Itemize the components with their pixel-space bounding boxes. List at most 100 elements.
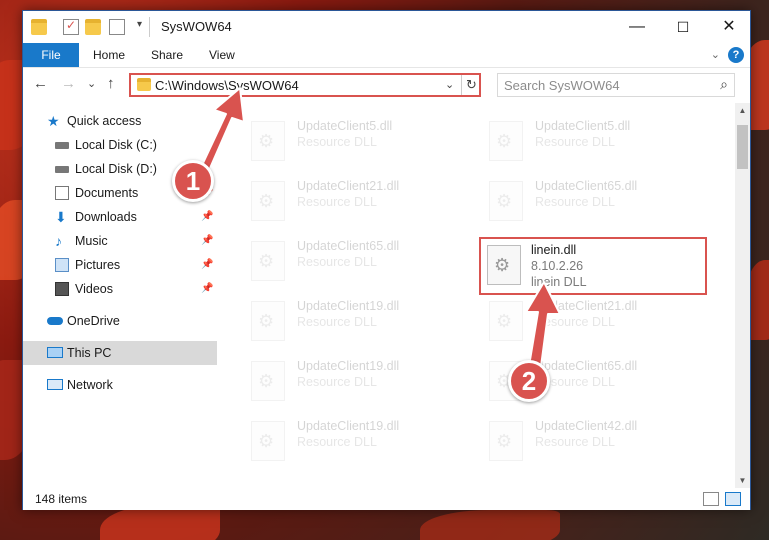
file-name: UpdateClient5.dll — [297, 119, 393, 133]
ribbon-tabs: File Home Share View ⌄ ? — [23, 43, 750, 67]
expand-ribbon-icon[interactable]: ⌄ — [711, 48, 720, 61]
list-item[interactable]: UpdateClient5.dll Resource DLL — [239, 113, 459, 165]
scrollbar-thumb[interactable] — [737, 125, 748, 169]
sidebar-item-videos[interactable]: Videos 📌 — [23, 277, 217, 301]
dll-file-icon — [489, 121, 523, 161]
file-name: UpdateClient65.dll — [535, 359, 638, 373]
sidebar-item-label: Pictures — [75, 258, 121, 272]
list-item[interactable]: UpdateClient5.dll Resource DLL — [477, 113, 697, 165]
pin-icon[interactable]: 📌 — [201, 205, 213, 229]
vertical-scrollbar[interactable]: ▲ ▼ — [735, 103, 750, 488]
forward-button[interactable]: → — [61, 75, 76, 92]
tab-share[interactable]: Share — [151, 43, 183, 67]
file-name: UpdateClient19.dll — [297, 359, 400, 373]
sidebar-item-music[interactable]: ♪ Music 📌 — [23, 229, 217, 253]
item-count: 148 items — [35, 492, 88, 506]
explorer-window: ✓ ▾ SysWOW64 — ☐ ✕ File Home Share View … — [22, 10, 751, 510]
search-input[interactable]: Search SysWOW64 ⌕ — [497, 73, 735, 97]
file-description: Resource DLL — [297, 195, 377, 209]
list-item[interactable]: UpdateClient21.dll Resource DLL — [477, 293, 697, 345]
close-button[interactable]: ✕ — [706, 11, 752, 43]
scroll-up-icon[interactable]: ▲ — [735, 103, 750, 118]
cloud-icon — [47, 317, 63, 325]
tab-file[interactable]: File — [23, 43, 79, 67]
file-name: UpdateClient5.dll — [535, 119, 631, 133]
list-item[interactable]: UpdateClient65.dll Resource DLL — [477, 173, 697, 225]
minimize-button[interactable]: — — [614, 11, 660, 43]
sidebar-item-label: Local Disk (C:) — [75, 138, 157, 152]
list-item[interactable]: UpdateClient21.dll Resource DLL — [239, 173, 459, 225]
folder-icon — [31, 19, 47, 35]
customize-toolbar-icon[interactable] — [109, 19, 125, 35]
address-path[interactable]: C:\Windows\SysWOW64 — [155, 78, 299, 93]
network-icon — [47, 379, 63, 390]
downloads-icon: ⬇ — [55, 209, 67, 225]
sidebar-item-label: OneDrive — [67, 314, 120, 328]
sidebar-item-onedrive[interactable]: OneDrive — [23, 309, 217, 333]
file-name: UpdateClient19.dll — [297, 419, 400, 433]
dll-file-icon — [251, 421, 285, 461]
tab-view[interactable]: View — [209, 43, 235, 67]
sidebar-item-label: This PC — [67, 346, 112, 360]
sidebar-item-quick-access[interactable]: ★ Quick access — [23, 109, 217, 133]
file-description: Resource DLL — [535, 195, 615, 209]
large-icons-view-icon[interactable] — [725, 492, 741, 506]
address-bar[interactable]: C:\Windows\SysWOW64 ⌄ ↻ — [129, 73, 481, 97]
dll-file-icon — [251, 121, 285, 161]
file-name: UpdateClient21.dll — [297, 179, 400, 193]
up-button[interactable]: ↑ — [107, 75, 115, 92]
pin-icon[interactable]: 📌 — [201, 277, 213, 301]
sidebar-item-label: Documents — [75, 186, 139, 200]
list-item[interactable]: UpdateClient42.dll Resource DLL — [477, 413, 697, 465]
list-item[interactable]: UpdateClient65.dll Resource DLL — [239, 233, 459, 285]
dll-file-icon — [489, 421, 523, 461]
search-icon[interactable]: ⌕ — [720, 76, 728, 93]
drive-icon — [55, 166, 69, 173]
navigation-bar: ← → ⌄ ↑ C:\Windows\SysWOW64 ⌄ ↻ Search S… — [23, 67, 750, 101]
chevron-down-icon[interactable]: ▾ — [137, 19, 142, 30]
dll-file-icon — [487, 245, 521, 285]
file-description: Resource DLL — [535, 435, 615, 449]
sidebar-item-label: Network — [67, 378, 113, 392]
tab-home[interactable]: Home — [93, 43, 125, 67]
sidebar-item-this-pc[interactable]: This PC — [23, 341, 217, 365]
refresh-button[interactable]: ↻ — [461, 75, 481, 95]
list-item[interactable]: UpdateClient19.dll Resource DLL — [239, 413, 459, 465]
sidebar-item-local-disk-c[interactable]: Local Disk (C:) — [23, 133, 217, 157]
computer-icon — [47, 347, 63, 358]
sidebar-item-pictures[interactable]: Pictures 📌 — [23, 253, 217, 277]
drive-icon — [55, 142, 69, 149]
dll-file-icon — [251, 301, 285, 341]
details-view-icon[interactable] — [703, 492, 719, 506]
sidebar-item-label: Music — [75, 234, 108, 248]
file-description: Resource DLL — [535, 135, 615, 149]
chevron-down-icon[interactable]: ⌄ — [445, 78, 454, 91]
properties-icon[interactable]: ✓ — [63, 18, 79, 35]
file-description: Resource DLL — [297, 135, 377, 149]
pin-icon[interactable]: 📌 — [201, 253, 213, 277]
recent-locations-button[interactable]: ⌄ — [87, 77, 96, 90]
list-item-linein-dll[interactable]: linein.dll 8.10.2.26 linein DLL — [479, 237, 707, 295]
sidebar-item-label: Local Disk (D:) — [75, 162, 157, 176]
sidebar-item-network[interactable]: Network — [23, 373, 217, 397]
list-item[interactable]: UpdateClient19.dll Resource DLL — [239, 353, 459, 405]
file-name: linein.dll — [531, 243, 577, 257]
new-folder-icon[interactable] — [85, 19, 101, 35]
pin-icon[interactable]: 📌 — [201, 229, 213, 253]
maximize-button[interactable]: ☐ — [660, 11, 706, 43]
file-description: Resource DLL — [297, 375, 377, 389]
file-version: 8.10.2.26 — [531, 259, 584, 273]
title-divider — [149, 17, 150, 37]
scroll-down-icon[interactable]: ▼ — [735, 473, 750, 488]
help-icon[interactable]: ? — [728, 47, 744, 63]
documents-icon — [55, 186, 69, 200]
folder-icon — [137, 78, 151, 91]
back-button[interactable]: ← — [33, 75, 48, 92]
file-description: Resource DLL — [297, 255, 377, 269]
dll-file-icon — [489, 181, 523, 221]
window-title: SysWOW64 — [161, 19, 232, 34]
file-name: UpdateClient65.dll — [535, 179, 638, 193]
list-item[interactable]: UpdateClient19.dll Resource DLL — [239, 293, 459, 345]
sidebar-item-label: Downloads — [75, 210, 137, 224]
sidebar-item-downloads[interactable]: ⬇ Downloads 📌 — [23, 205, 217, 229]
